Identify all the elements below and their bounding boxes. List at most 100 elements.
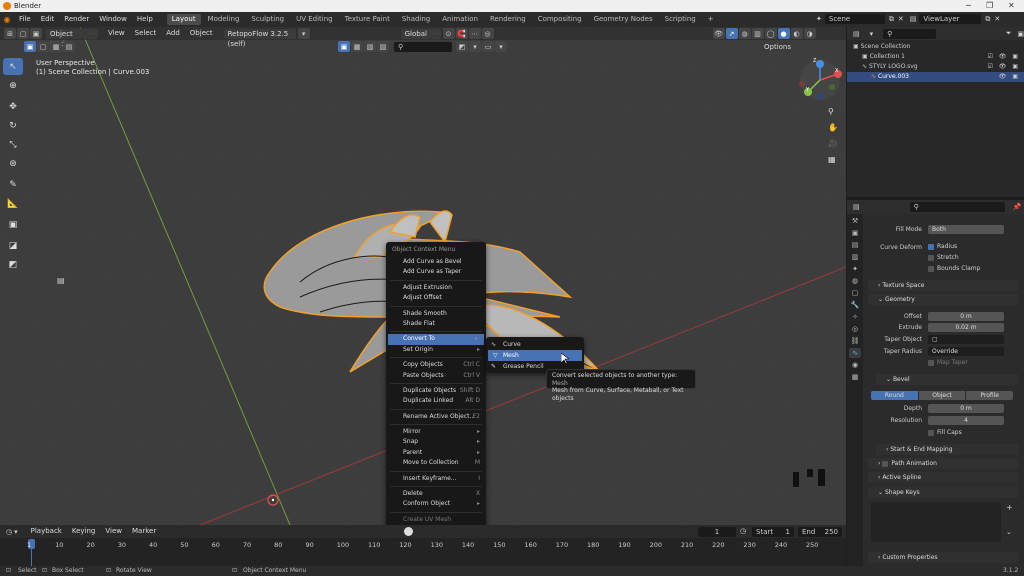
timeline-menu-playback[interactable]: Playback	[26, 524, 67, 539]
rf-tool-3-icon[interactable]: ▧	[364, 41, 376, 52]
shading-solid-icon[interactable]: ●	[777, 28, 790, 39]
gizmo-toggle-icon[interactable]: ↗	[725, 28, 738, 39]
fill-caps-checkbox[interactable]: Fill Caps	[928, 429, 962, 436]
curve-data-tab-icon[interactable]: ∿	[849, 348, 861, 358]
timeline-menu-keying[interactable]: Keying	[67, 524, 101, 539]
new-collection-icon[interactable]: ▣	[1017, 30, 1024, 38]
rf-icon-a[interactable]: ◩	[456, 41, 468, 52]
cursor-tool-icon[interactable]: ⊕	[3, 77, 23, 94]
add-shape-key-icon[interactable]: +	[1006, 503, 1013, 512]
overlays-icon[interactable]: ◍	[738, 28, 751, 39]
tool-tab-icon[interactable]: ⚒	[849, 216, 861, 226]
visibility-icon[interactable]: 👁	[712, 28, 725, 39]
context-item-copy-objects[interactable]: Copy Objects Ctrl C	[386, 360, 486, 370]
tab-layout[interactable]: Layout	[166, 14, 201, 25]
context-item-adjust-offset[interactable]: Adjust Offset	[386, 293, 486, 303]
world-tab-icon[interactable]: ◍	[849, 276, 861, 286]
timeline-editor-icon[interactable]: ◷	[6, 528, 12, 536]
outliner-row-curve-003[interactable]: ∿ Curve.003 👁 ▣	[847, 72, 1024, 82]
pivot-icon[interactable]: ⊙	[442, 28, 455, 39]
context-item-add-curve-as-bevel[interactable]: Add Curve as Bevel	[386, 257, 486, 267]
viewport-menu-select[interactable]: Select	[130, 26, 162, 41]
preview-range-icon[interactable]: ◷	[740, 527, 746, 535]
context-item-parent[interactable]: Parent ▸	[386, 448, 486, 458]
bevel-panel[interactable]: ⌄ Bevel	[876, 374, 1018, 385]
view-layer-tab-icon[interactable]: ▥	[849, 252, 861, 262]
start-frame-field[interactable]: Start 1	[752, 527, 794, 537]
offset-field[interactable]: 0 m	[928, 312, 1004, 321]
pan-icon[interactable]: ✋	[828, 120, 840, 136]
delete-viewlayer-icon[interactable]: ✕	[994, 15, 1000, 23]
move-tool-icon[interactable]: ✥	[3, 98, 23, 115]
tab-modeling[interactable]: Modeling	[203, 14, 245, 25]
properties-editor-icon[interactable]: ▤	[853, 203, 860, 211]
timeline-menu-view[interactable]: View	[100, 524, 127, 539]
shading-material-icon[interactable]: ◐	[790, 28, 803, 39]
proportional-edit-icon[interactable]: ◎	[481, 28, 494, 39]
select-mode-icon[interactable]: ▣	[24, 41, 36, 52]
tab-compositing[interactable]: Compositing	[533, 14, 587, 25]
context-item-create-uv-mesh[interactable]: Create UV Mesh	[386, 515, 486, 525]
retopoflow-settings-icon[interactable]: ▾	[297, 28, 310, 39]
shape-keys-panel[interactable]: ⌄ Shape Keys	[868, 487, 1018, 498]
visibility-toggles-icon[interactable]: ☑ 👁 ▣	[988, 62, 1020, 72]
current-frame-field[interactable]: 1	[698, 527, 736, 537]
outliner-row-collection-1[interactable]: ▣ Collection 1 ☑ 👁 ▣	[847, 52, 1024, 62]
context-item-insert-keyframe[interactable]: Insert Keyframe... I	[386, 474, 486, 484]
viewlayer-field[interactable]: ViewLayer	[919, 14, 982, 24]
context-item-adjust-extrusion[interactable]: Adjust Extrusion	[386, 283, 486, 293]
close-icon[interactable]: ✕	[1008, 1, 1015, 10]
annotate-tool-icon[interactable]: ✎	[3, 176, 23, 193]
render-tab-icon[interactable]: ▣	[849, 228, 861, 238]
radius-checkbox[interactable]: Radius	[928, 243, 957, 250]
rf-search-input[interactable]: ⚲	[394, 41, 452, 52]
outliner-editor-icon[interactable]: ▤	[853, 30, 860, 38]
properties-search-input[interactable]: ⚲	[909, 202, 1005, 212]
select-mode-4-icon[interactable]: ▤	[63, 41, 75, 52]
context-item-rename-active-object[interactable]: Rename Active Object... F2	[386, 412, 486, 422]
context-item-move-to-collection[interactable]: Move to Collection M	[386, 458, 486, 468]
menu-render[interactable]: Render	[59, 12, 94, 27]
menu-file[interactable]: File	[14, 12, 36, 27]
scene-field[interactable]: Scene	[824, 14, 885, 24]
context-item-duplicate-objects[interactable]: Duplicate Objects Shift D	[386, 386, 486, 396]
shading-wireframe-icon[interactable]: ◯	[764, 28, 777, 39]
context-item-shade-smooth[interactable]: Shade Smooth	[386, 309, 486, 319]
stretch-checkbox[interactable]: Stretch	[928, 254, 959, 261]
visibility-toggles-icon[interactable]: ☑ 👁 ▣	[988, 52, 1020, 62]
delete-scene-icon[interactable]: ✕	[898, 15, 904, 23]
tab-texture-paint[interactable]: Texture Paint	[340, 14, 395, 25]
rf-tool-4-icon[interactable]: ▨	[377, 41, 389, 52]
new-scene-icon[interactable]: ⧉	[889, 15, 894, 24]
select-tool-icon[interactable]: ↖	[3, 58, 23, 75]
menu-edit[interactable]: Edit	[36, 12, 60, 27]
select-mode-3-icon[interactable]: ▦	[50, 41, 62, 52]
context-item-set-origin[interactable]: Set Origin ▸	[386, 345, 486, 355]
new-viewlayer-icon[interactable]: ⧉	[985, 15, 990, 24]
tool-extra-1-icon[interactable]: ◪	[3, 237, 23, 254]
taper-radius-dropdown[interactable]: Override	[928, 347, 1004, 356]
snap-target-icon[interactable]: ⋯	[468, 28, 481, 39]
tab-scripting[interactable]: Scripting	[660, 14, 701, 25]
mode-dropdown[interactable]: Object Mode	[46, 28, 98, 48]
bounds-clamp-checkbox[interactable]: Bounds Clamp	[928, 265, 980, 272]
texture-tab-icon[interactable]: ▦	[849, 372, 861, 382]
minimize-icon[interactable]: ─	[966, 1, 971, 10]
end-frame-field[interactable]: End 250	[798, 527, 842, 537]
context-item-snap[interactable]: Snap ▸	[386, 437, 486, 447]
context-item-shade-flat[interactable]: Shade Flat	[386, 319, 486, 329]
editor-type-icon[interactable]: ⊞	[4, 28, 16, 39]
bevel-profile-button[interactable]: Profile	[966, 390, 1014, 400]
outliner-row-scene-collection[interactable]: ▣ Scene Collection	[847, 42, 1024, 52]
tab-uv-editing[interactable]: UV Editing	[291, 14, 338, 25]
rotate-tool-icon[interactable]: ↻	[3, 117, 23, 134]
start-end-mapping-panel[interactable]: › Start & End Mapping	[876, 444, 1018, 455]
tab-geometry-nodes[interactable]: Geometry Nodes	[589, 14, 658, 25]
object-tab-icon[interactable]: ▢	[849, 288, 861, 298]
scene-tab-icon[interactable]: ✦	[849, 264, 861, 274]
rf-icon-b[interactable]: ▾	[469, 41, 481, 52]
path-animation-panel[interactable]: › Path Animation	[868, 458, 1018, 469]
physics-tab-icon[interactable]: ◎	[849, 324, 861, 334]
zoom-icon[interactable]: ⚲	[828, 104, 840, 120]
outliner-filter-icon[interactable]: ⏷	[1006, 29, 1012, 38]
